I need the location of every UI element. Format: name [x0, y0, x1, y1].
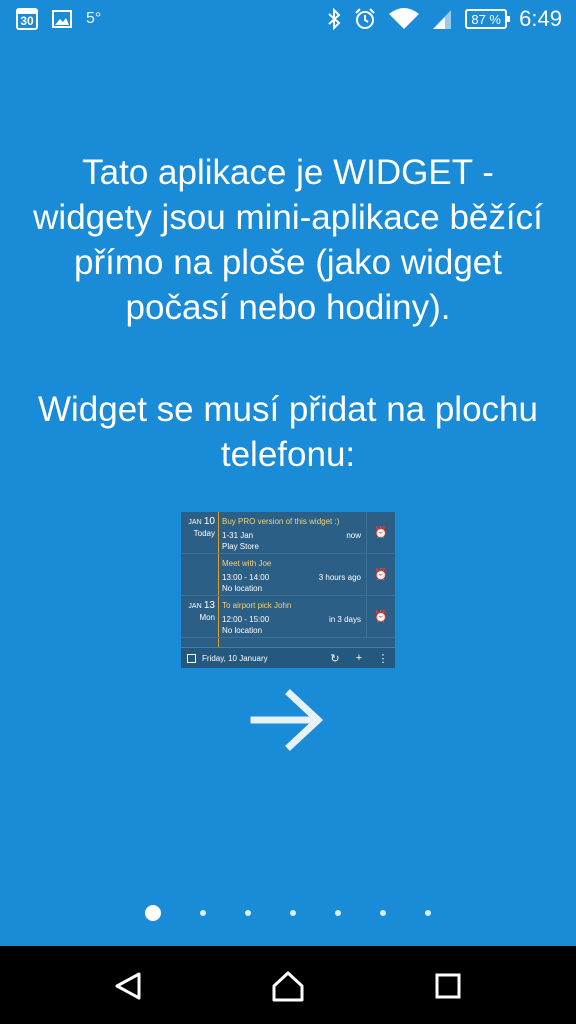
add-widget-instruction: Widget se musí přidat na plochu telefonu… [38, 390, 538, 474]
add-alarm-icon: ⏰ [366, 554, 395, 595]
home-button[interactable] [270, 970, 306, 1002]
page-dot-active[interactable] [145, 905, 161, 921]
refresh-icon: ↻ [330, 652, 340, 665]
widget-footer: Friday, 10 January ↻ + ⋮ [181, 647, 395, 668]
widget-preview: JAN 10 Today Buy PRO version of this widg… [181, 512, 395, 668]
battery-icon: 87 % [465, 9, 511, 29]
page-dot[interactable] [335, 910, 341, 916]
back-button[interactable] [110, 970, 146, 1002]
bluetooth-icon [327, 8, 341, 30]
intro-message: Tato aplikace je WIDGET - widgety jsou m… [33, 153, 543, 327]
temperature: 5° [86, 10, 102, 27]
signal-icon [431, 8, 453, 30]
alarm-icon [353, 7, 377, 31]
add-icon: + [355, 652, 363, 664]
next-arrow-button[interactable] [250, 686, 326, 759]
widget-footer-date: Friday, 10 January [202, 653, 268, 663]
page-dot[interactable] [290, 910, 296, 916]
page-dot[interactable] [200, 910, 206, 916]
page-dot[interactable] [380, 910, 386, 916]
add-alarm-icon: ⏰ [366, 512, 395, 553]
calendar-icon [187, 653, 196, 663]
recents-button[interactable] [430, 970, 466, 1002]
gallery-icon [52, 10, 72, 28]
wifi-icon [389, 8, 420, 30]
widget-event-row: JAN 13 Mon To airport pick John 12:00 - 1… [181, 596, 395, 638]
page-dot[interactable] [245, 910, 251, 916]
calendar-icon: 30 [16, 8, 38, 30]
event-title: To airport pick John [222, 601, 292, 610]
event-title: Meet with Joe [222, 559, 272, 568]
add-alarm-icon: ⏰ [366, 596, 395, 637]
widget-event-row: Meet with Joe 13:00 - 14:00 No location … [181, 554, 395, 596]
more-icon: ⋮ [377, 652, 389, 665]
widget-event-row: JAN 10 Today Buy PRO version of this widg… [181, 512, 395, 554]
event-title: Buy PRO version of this widget :) [222, 517, 340, 526]
status-bar: 30 5° 87 % 6:49 [0, 0, 576, 42]
clock: 6:49 [519, 6, 562, 31]
page-dot[interactable] [425, 910, 431, 916]
page-indicator [0, 905, 576, 921]
navigation-bar [0, 946, 576, 1024]
